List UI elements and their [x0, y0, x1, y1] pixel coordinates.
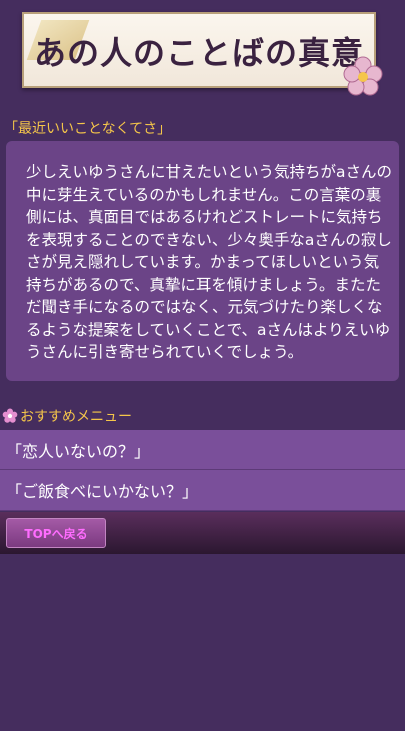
page-title: あの人のことばの真意: [33, 34, 364, 72]
title-banner: あの人のことばの真意: [22, 12, 383, 96]
header-banner: あの人のことばの真意: [0, 0, 405, 108]
recommend-menu-list: 「恋人いないの？」 「ご飯食べにいかない？」: [0, 430, 405, 511]
recommend-heading: おすすめメニュー: [2, 406, 132, 426]
menu-item-koibito[interactable]: 「恋人いないの？」: [0, 430, 405, 470]
menu-item-gohan[interactable]: 「ご飯食べにいかない？」: [0, 470, 405, 511]
flower-decoration-icon: [343, 56, 383, 96]
recommend-heading-label: おすすめメニュー: [20, 409, 132, 425]
flower-icon: [2, 408, 18, 423]
footer-bar: TOPへ戻る: [0, 512, 405, 554]
lead-quote: 「最近いいことなくてさ」: [4, 121, 172, 137]
interpretation-text: 少しえいゆうさんに甘えたいという気持ちがaさんの中に芽生えているのかもしれません…: [26, 163, 393, 361]
back-to-top-button[interactable]: TOPへ戻る: [6, 518, 106, 548]
interpretation-panel: 少しえいゆうさんに甘えたいという気持ちがaさんの中に芽生えているのかもしれません…: [6, 141, 399, 381]
